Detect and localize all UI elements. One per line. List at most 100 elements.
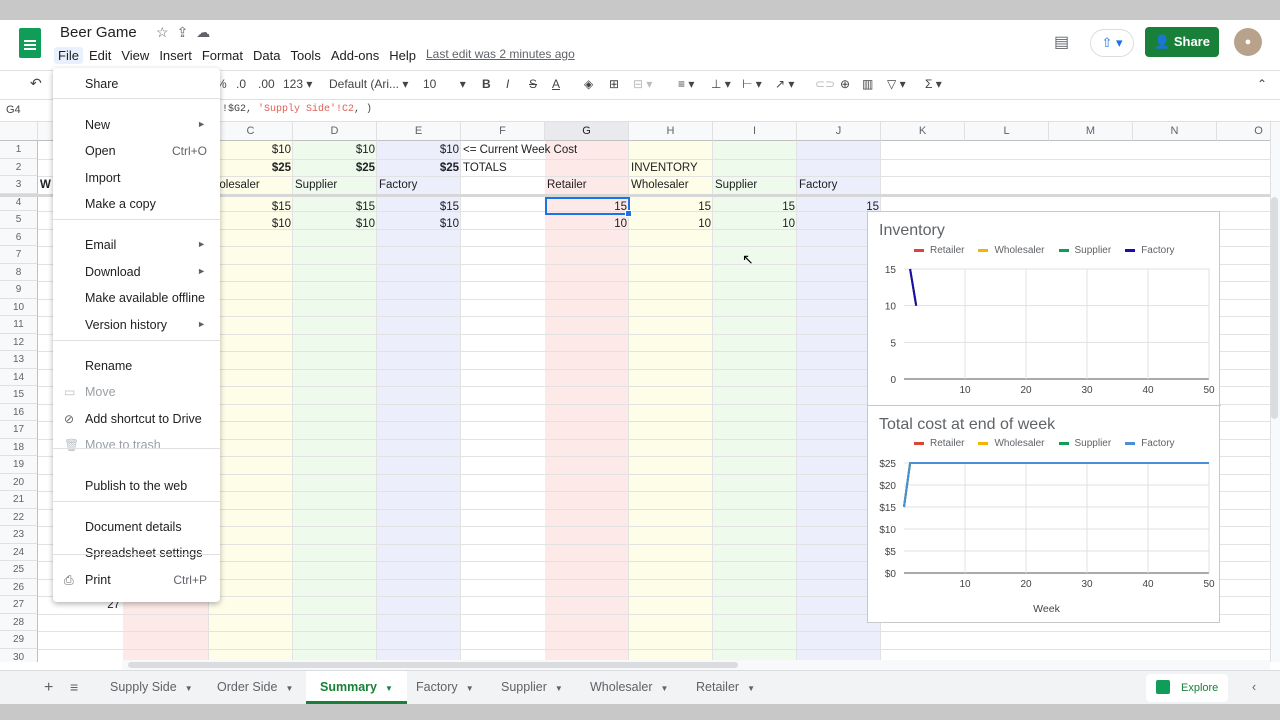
row-header-26[interactable]: 26 — [0, 578, 38, 596]
tab-factory[interactable]: Factory ▼ — [402, 671, 488, 704]
insert-link-icon[interactable]: ⊂⊃ — [815, 77, 835, 91]
row-header-14[interactable]: 14 — [0, 368, 38, 386]
cell-c5[interactable]: $10 — [211, 216, 291, 232]
tab-retailer[interactable]: Retailer ▼ — [682, 671, 769, 704]
row-header-27[interactable]: 27 — [0, 596, 38, 614]
vertical-align-icon[interactable]: ⊥ ▾ — [711, 77, 731, 91]
cell-d5[interactable]: $10 — [295, 216, 375, 232]
all-sheets-icon[interactable]: ≡ — [56, 671, 92, 704]
column-header-o[interactable]: O — [1217, 122, 1270, 141]
row-header-16[interactable]: 16 — [0, 403, 38, 421]
row-header-9[interactable]: 9 — [0, 281, 38, 299]
cell-d2[interactable]: $25 — [295, 160, 375, 176]
cell-i3[interactable]: Supplier — [715, 177, 795, 193]
menu-item-publish-to-the-web[interactable]: Publish to the web — [53, 474, 220, 500]
menu-add-ons[interactable]: Add-ons — [327, 47, 383, 64]
row-header-20[interactable]: 20 — [0, 473, 38, 491]
row-header-1[interactable]: 1 — [0, 141, 38, 159]
menu-data[interactable]: Data — [249, 47, 284, 64]
bold-button[interactable]: B — [482, 77, 491, 91]
column-header-m[interactable]: M — [1049, 122, 1133, 141]
cell-reference[interactable]: G4 — [6, 104, 21, 116]
last-edit-link[interactable]: Last edit was 2 minutes ago — [426, 47, 575, 61]
menu-item-make-available-offline[interactable]: Make available offline — [53, 286, 220, 312]
insert-comment-icon[interactable]: ⊕ — [840, 77, 850, 91]
column-header-i[interactable]: I — [713, 122, 797, 141]
tab-supplier[interactable]: Supplier ▼ — [487, 671, 577, 704]
column-header-k[interactable]: K — [881, 122, 965, 141]
menu-item-add-shortcut-to-drive[interactable]: ⊘ Add shortcut to Drive — [53, 407, 220, 433]
row-header-30[interactable]: 30 — [0, 648, 38, 662]
column-header-c[interactable]: C — [209, 122, 293, 141]
row-header-2[interactable]: 2 — [0, 158, 38, 176]
borders-icon[interactable]: ⊞ — [609, 77, 619, 91]
text-color-button[interactable]: A — [552, 77, 560, 91]
column-header-h[interactable]: H — [629, 122, 713, 141]
functions-icon[interactable]: Σ ▾ — [925, 77, 942, 91]
cell-j3[interactable]: Factory — [799, 177, 879, 193]
menu-view[interactable]: View — [117, 47, 153, 64]
cell-h4[interactable]: 15 — [631, 199, 711, 215]
menu-item-version-history[interactable]: Version history ► — [53, 313, 220, 339]
menu-format[interactable]: Format — [198, 47, 247, 64]
cell-g3[interactable]: Retailer — [547, 177, 627, 193]
tab-supply-side[interactable]: Supply Side ▼ — [96, 671, 207, 704]
cell-h5[interactable]: 10 — [631, 216, 711, 232]
cell-c1[interactable]: $10 — [211, 142, 291, 158]
menu-item-make-a-copy[interactable]: Make a copy — [53, 192, 220, 218]
share-button[interactable]: 👤 Share — [1145, 27, 1219, 57]
cell-e1[interactable]: $10 — [379, 142, 459, 158]
cell-c2[interactable]: $25 — [211, 160, 291, 176]
menu-item-new[interactable]: New ► — [53, 113, 220, 139]
chart-total-cost[interactable]: Total cost at end of week Retailer Wholesa… — [868, 405, 1221, 623]
row-header-6[interactable]: 6 — [0, 228, 38, 246]
cell-c4[interactable]: $15 — [211, 199, 291, 215]
font-size-select[interactable]: 10 ▾ — [423, 77, 466, 91]
row-header-21[interactable]: 21 — [0, 491, 38, 509]
column-header-g[interactable]: G — [545, 122, 629, 141]
decrease-decimal-button[interactable]: .0 — [236, 77, 246, 91]
move-icon[interactable]: ⇪ — [177, 24, 197, 40]
more-formats-button[interactable]: 123 ▾ — [283, 77, 312, 91]
text-rotate-icon[interactable]: ↗ ▾ — [775, 77, 794, 91]
horizontal-scroll-thumb[interactable] — [128, 662, 738, 668]
menu-item-share[interactable]: Share — [53, 72, 220, 98]
font-select[interactable]: Default (Ari... ▾ — [329, 77, 408, 91]
column-header-l[interactable]: L — [965, 122, 1049, 141]
cell-i5[interactable]: 10 — [715, 216, 795, 232]
fill-color-icon[interactable]: ◈ — [584, 77, 593, 91]
increase-decimal-button[interactable]: .00 — [258, 77, 275, 91]
menu-item-open[interactable]: Open Ctrl+O — [53, 139, 220, 165]
menu-item-import[interactable]: Import — [53, 166, 220, 192]
cell-e5[interactable]: $10 — [379, 216, 459, 232]
cell-g5[interactable]: 10 — [547, 216, 627, 232]
column-header-e[interactable]: E — [377, 122, 461, 141]
cell-d3[interactable]: Supplier — [295, 177, 375, 193]
row-header-17[interactable]: 17 — [0, 421, 38, 439]
comment-history-icon[interactable]: ▤ — [1054, 32, 1069, 52]
selected-cell-g4[interactable] — [545, 196, 632, 217]
row-header-8[interactable]: 8 — [0, 263, 38, 281]
filter-icon[interactable]: ▽ ▾ — [887, 77, 906, 91]
cell-e3[interactable]: Factory — [379, 177, 459, 193]
row-header-28[interactable]: 28 — [0, 613, 38, 631]
menu-item-print[interactable]: ⎙ Print Ctrl+P — [53, 568, 220, 594]
cell-e4[interactable]: $15 — [379, 199, 459, 215]
cell-e2[interactable]: $25 — [379, 160, 459, 176]
cell-d1[interactable]: $10 — [295, 142, 375, 158]
tab-wholesaler[interactable]: Wholesaler ▼ — [576, 671, 682, 704]
menu-edit[interactable]: Edit — [85, 47, 115, 64]
insert-chart-icon[interactable]: ▥ — [862, 77, 873, 91]
column-header-d[interactable]: D — [293, 122, 377, 141]
cell-f1[interactable]: <= Current Week Cost — [463, 142, 623, 158]
row-header-29[interactable]: 29 — [0, 631, 38, 649]
sheets-logo-icon[interactable] — [19, 28, 41, 58]
row-header-19[interactable]: 19 — [0, 456, 38, 474]
avatar[interactable]: ● — [1234, 28, 1262, 56]
present-button[interactable]: ⇧ ▾ — [1090, 29, 1134, 57]
cell-d4[interactable]: $15 — [295, 199, 375, 215]
row-header-13[interactable]: 13 — [0, 351, 38, 369]
undo-icon[interactable]: ↶ — [30, 75, 42, 92]
row-header-24[interactable]: 24 — [0, 543, 38, 561]
vertical-scroll-thumb[interactable] — [1271, 197, 1278, 419]
